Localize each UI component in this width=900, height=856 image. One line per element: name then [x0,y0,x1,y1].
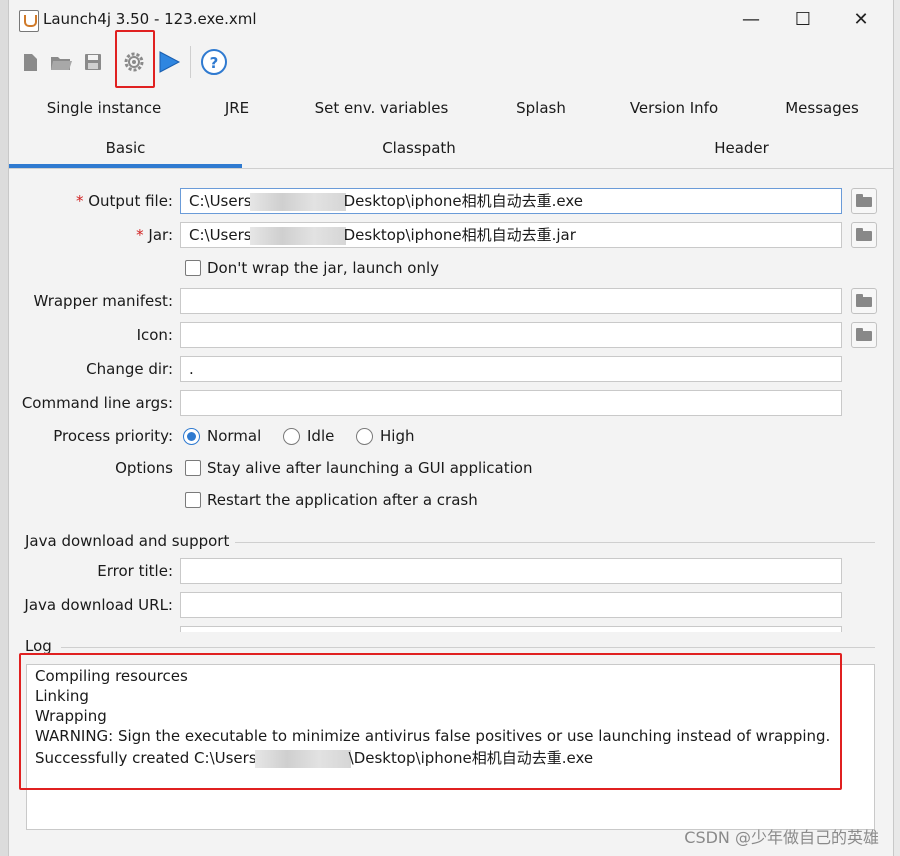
wrapper-manifest-label: Wrapper manifest: [33,292,173,310]
save-icon[interactable] [79,48,107,76]
tab-splash[interactable]: Splash [506,89,576,127]
java-app-icon [19,10,39,32]
priority-label: Process priority: [53,427,173,445]
stay-alive-label: Stay alive after launching a GUI applica… [207,459,533,477]
priority-high-label: High [380,427,415,445]
tab-version-info[interactable]: Version Info [619,89,729,127]
help-icon[interactable]: ? [200,48,228,76]
cmd-args-label: Command line args: [21,394,173,412]
change-dir-input[interactable]: . [180,356,842,382]
cmd-args-input[interactable] [180,390,842,416]
toolbar: ? [9,30,893,88]
log-group-line [61,647,875,648]
options-label: Options [115,459,173,477]
jar-browse-button[interactable] [851,222,877,248]
redacted-username [249,192,346,211]
tab-separator [9,168,893,169]
window-title: Launch4j 3.50 - 123.exe.xml [43,10,257,28]
jar-label: * Jar: [136,226,173,244]
java-url-input[interactable] [180,592,842,618]
tab-header[interactable]: Header [649,129,834,167]
tab-set-env-variables[interactable]: Set env. variables [309,89,454,127]
close-button[interactable]: ✕ [839,8,883,32]
svg-text:?: ? [210,54,219,72]
tab-jre[interactable]: JRE [209,89,265,127]
error-title-input[interactable] [180,558,842,584]
run-icon[interactable] [155,48,183,76]
priority-normal-label: Normal [207,427,262,445]
java-url-label: Java download URL: [24,596,173,614]
maximize-button[interactable]: ☐ [781,8,825,32]
java-group-label: Java download and support [25,532,230,550]
tab-classpath[interactable]: Classpath [309,129,529,167]
java-group-line [235,542,875,543]
open-icon[interactable] [47,48,75,76]
redacted-username [249,226,346,245]
output-file-input[interactable]: C:\Users Desktop\iphone相机自动去重.exe [180,188,842,214]
dont-wrap-checkbox[interactable] [185,260,201,276]
icon-browse-button[interactable] [851,322,877,348]
tab-basic[interactable]: Basic [9,129,242,167]
tab-row-top: Single instance JRE Set env. variables S… [9,89,893,127]
clipped-input [180,626,842,632]
change-dir-label: Change dir: [86,360,173,378]
dont-wrap-label: Don't wrap the jar, launch only [207,259,439,277]
tab-single-instance[interactable]: Single instance [39,89,169,127]
highlight-box-settings [115,30,155,88]
jar-input[interactable]: C:\Users Desktop\iphone相机自动去重.jar [180,222,842,248]
tab-row-bottom: Basic Classpath Header [9,129,893,167]
error-title-label: Error title: [97,562,173,580]
stay-alive-checkbox[interactable] [185,460,201,476]
wrapper-manifest-browse-button[interactable] [851,288,877,314]
highlight-box-log [19,653,842,790]
priority-idle-radio[interactable] [283,428,300,445]
output-file-browse-button[interactable] [851,188,877,214]
priority-high-radio[interactable] [356,428,373,445]
launch4j-window: Launch4j 3.50 - 123.exe.xml — ☐ ✕ ? Sing… [8,0,894,856]
priority-normal-radio[interactable] [183,428,200,445]
minimize-button[interactable]: — [729,8,773,32]
tab-messages[interactable]: Messages [777,89,867,127]
watermark: CSDN @少年做自己的英雄 [684,828,879,847]
output-file-label: * Output file: [75,192,173,210]
priority-idle-label: Idle [307,427,335,445]
restart-label: Restart the application after a crash [207,491,478,509]
wrapper-manifest-input[interactable] [180,288,842,314]
icon-label: Icon: [136,326,173,344]
icon-input[interactable] [180,322,842,348]
new-icon[interactable] [15,48,43,76]
restart-checkbox[interactable] [185,492,201,508]
toolbar-separator [190,46,191,78]
background-strip [0,0,8,856]
